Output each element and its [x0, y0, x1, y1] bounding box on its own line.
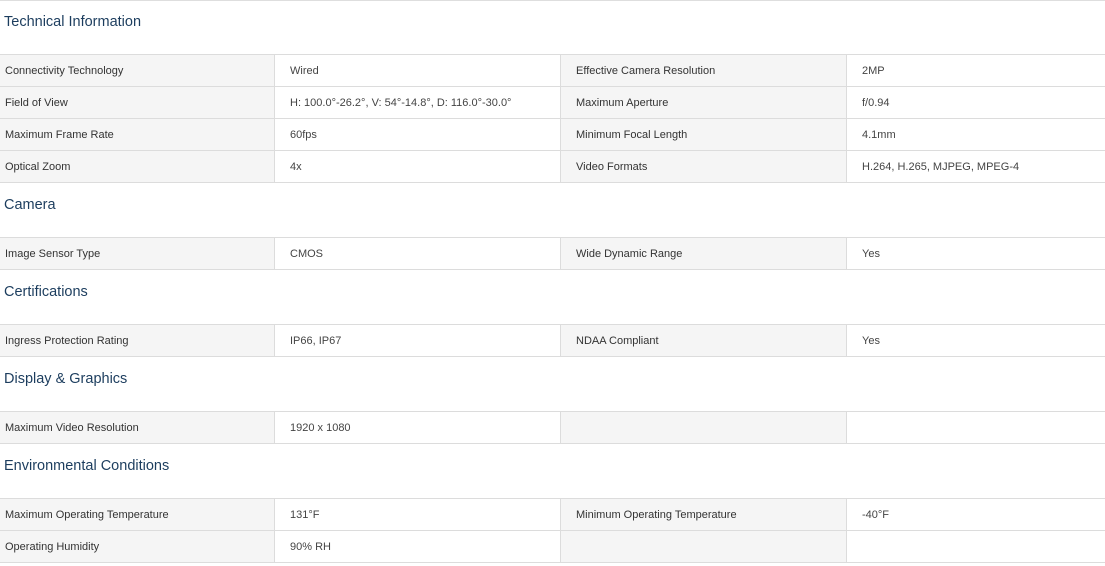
spec-section: Display & Graphics Maximum Video Resoluti…: [0, 357, 1105, 444]
spec-value: H.264, H.265, MJPEG, MPEG-4: [847, 151, 1105, 182]
spec-value: 1920 x 1080: [275, 412, 561, 443]
spec-label: Operating Humidity: [0, 531, 275, 562]
table-row: Maximum Operating Temperature 131°F Minimu…: [0, 499, 1105, 531]
spec-section: Environmental Conditions Maximum Operatin…: [0, 444, 1105, 563]
spec-value: f/0.94: [847, 87, 1105, 118]
table-row: Optical Zoom 4x Video Formats H.264, H.265,…: [0, 151, 1105, 183]
spec-value: 90% RH: [275, 531, 561, 562]
spec-value: 2MP: [847, 55, 1105, 86]
spec-label: Image Sensor Type: [0, 238, 275, 269]
spec-value: Yes: [847, 325, 1105, 356]
section-title: Technical Information: [0, 0, 1105, 55]
spec-value: 131°F: [275, 499, 561, 530]
spec-label: Field of View: [0, 87, 275, 118]
section-title: Camera: [0, 183, 1105, 238]
spec-value: Yes: [847, 238, 1105, 269]
spec-value: -40°F: [847, 499, 1105, 530]
spec-label: Maximum Aperture: [561, 87, 847, 118]
spec-value: [847, 412, 1105, 443]
spec-label: Connectivity Technology: [0, 55, 275, 86]
table-row: Operating Humidity 90% RH: [0, 531, 1105, 563]
spec-value: 60fps: [275, 119, 561, 150]
spec-value: CMOS: [275, 238, 561, 269]
section-title: Environmental Conditions: [0, 444, 1105, 499]
spec-label: NDAA Compliant: [561, 325, 847, 356]
spec-value: H: 100.0°-26.2°, V: 54°-14.8°, D: 116.0°…: [275, 87, 561, 118]
spec-label: [561, 412, 847, 443]
specifications-table: Technical Information Connectivity Techno…: [0, 0, 1105, 566]
table-row: Field of View H: 100.0°-26.2°, V: 54°-14.…: [0, 87, 1105, 119]
spec-value: IP66, IP67: [275, 325, 561, 356]
spec-label: [561, 531, 847, 562]
table-row: Image Sensor Type CMOS Wide Dynamic Range Y…: [0, 238, 1105, 270]
spec-label: Optical Zoom: [0, 151, 275, 182]
spec-label: Effective Camera Resolution: [561, 55, 847, 86]
spec-label: Maximum Frame Rate: [0, 119, 275, 150]
table-row: Maximum Video Resolution 1920 x 1080: [0, 412, 1105, 444]
section-title: Display & Graphics: [0, 357, 1105, 412]
spec-label: Ingress Protection Rating: [0, 325, 275, 356]
spec-section: Certifications Ingress Protection Rating I…: [0, 270, 1105, 357]
spec-label: Maximum Operating Temperature: [0, 499, 275, 530]
spec-label: Wide Dynamic Range: [561, 238, 847, 269]
spec-label: Video Formats: [561, 151, 847, 182]
table-row: Maximum Frame Rate 60fps Minimum Focal Len…: [0, 119, 1105, 151]
spec-label: Minimum Focal Length: [561, 119, 847, 150]
spec-section: Camera Image Sensor Type CMOS Wide Dynamic …: [0, 183, 1105, 270]
section-title: Certifications: [0, 270, 1105, 325]
spec-section: Technical Information Connectivity Techno…: [0, 0, 1105, 183]
spec-label: Minimum Operating Temperature: [561, 499, 847, 530]
spec-value: [847, 531, 1105, 562]
spec-label: Maximum Video Resolution: [0, 412, 275, 443]
table-row: Connectivity Technology Wired Effective Ca…: [0, 55, 1105, 87]
spec-value: 4x: [275, 151, 561, 182]
spec-value: Wired: [275, 55, 561, 86]
table-row: Ingress Protection Rating IP66, IP67 NDAA …: [0, 325, 1105, 357]
spec-value: 4.1mm: [847, 119, 1105, 150]
